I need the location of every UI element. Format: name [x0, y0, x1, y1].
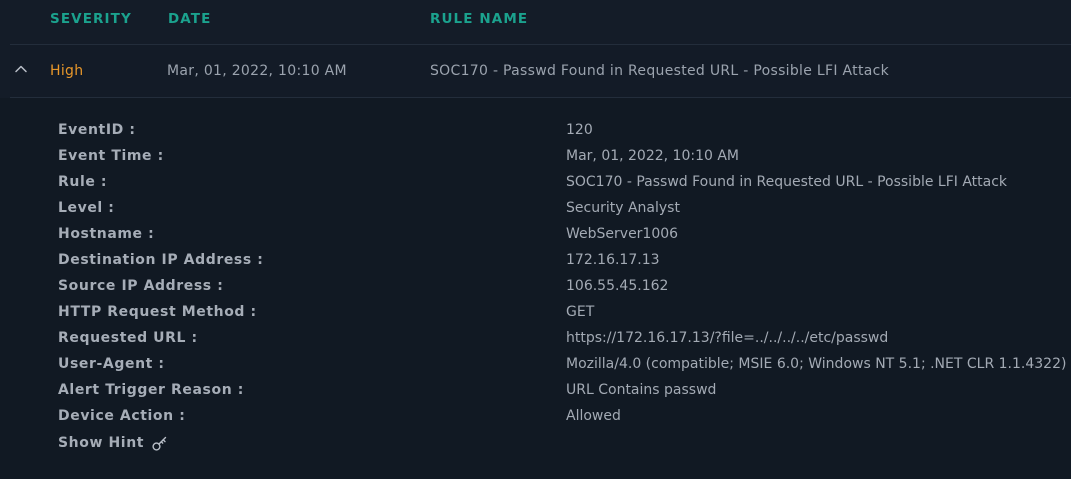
key-icon[interactable]: [151, 435, 168, 452]
detail-label: Event Time :: [58, 148, 164, 164]
header-date[interactable]: DATE: [168, 11, 211, 27]
detail-row-event-time: Event Time : Mar, 01, 2022, 10:10 AM: [0, 143, 1071, 169]
detail-label: Device Action :: [58, 408, 186, 424]
detail-row-rule: Rule : SOC170 - Passwd Found in Requeste…: [0, 169, 1071, 195]
detail-value: WebServer1006: [566, 226, 679, 242]
detail-row-hostname: Hostname : WebServer1006: [0, 221, 1071, 247]
header-severity[interactable]: SEVERITY: [50, 11, 132, 27]
table-header: SEVERITY DATE RULE NAME: [0, 0, 1071, 44]
chevron-up-icon[interactable]: [14, 61, 28, 75]
detail-value: Security Analyst: [566, 200, 680, 216]
detail-value: SOC170 - Passwd Found in Requested URL -…: [566, 174, 1008, 190]
table-row[interactable]: High Mar, 01, 2022, 10:10 AM SOC170 - Pa…: [10, 45, 1071, 97]
alert-details-panel: EventID : 120 Event Time : Mar, 01, 2022…: [0, 98, 1071, 479]
detail-label: User-Agent :: [58, 356, 165, 372]
detail-row-device-action: Device Action : Allowed: [0, 403, 1071, 429]
detail-row-source-ip: Source IP Address : 106.55.45.162: [0, 273, 1071, 299]
detail-value: Mozilla/4.0 (compatible; MSIE 6.0; Windo…: [566, 356, 1067, 372]
detail-label: Destination IP Address :: [58, 252, 264, 268]
detail-row-http-method: HTTP Request Method : GET: [0, 299, 1071, 325]
alert-page: SEVERITY DATE RULE NAME High Mar, 01, 20…: [0, 0, 1071, 479]
header-rule-name[interactable]: RULE NAME: [430, 11, 528, 27]
detail-label: HTTP Request Method :: [58, 304, 257, 320]
detail-value: 172.16.17.13: [566, 252, 660, 268]
detail-value: 106.55.45.162: [566, 278, 669, 294]
detail-value: URL Contains passwd: [566, 382, 717, 398]
detail-row-trigger-reason: Alert Trigger Reason : URL Contains pass…: [0, 377, 1071, 403]
detail-value: Allowed: [566, 408, 621, 424]
alert-date: Mar, 01, 2022, 10:10 AM: [167, 63, 347, 79]
detail-value: https://172.16.17.13/?file=../../../../e…: [566, 330, 889, 346]
detail-value: 120: [566, 122, 593, 138]
alert-rule-name: SOC170 - Passwd Found in Requested URL -…: [430, 63, 890, 79]
detail-row-destination-ip: Destination IP Address : 172.16.17.13: [0, 247, 1071, 273]
detail-label: Requested URL :: [58, 330, 198, 346]
detail-row-event-id: EventID : 120: [0, 117, 1071, 143]
show-hint-label: Show Hint: [58, 435, 145, 451]
detail-value: GET: [566, 304, 595, 320]
detail-row-user-agent: User-Agent : Mozilla/4.0 (compatible; MS…: [0, 351, 1071, 377]
detail-value: Mar, 01, 2022, 10:10 AM: [566, 148, 740, 164]
detail-row-requested-url: Requested URL : https://172.16.17.13/?fi…: [0, 325, 1071, 351]
detail-label: Level :: [58, 200, 115, 216]
detail-label: Alert Trigger Reason :: [58, 382, 244, 398]
severity-badge: High: [50, 63, 84, 79]
detail-row-level: Level : Security Analyst: [0, 195, 1071, 221]
detail-label: EventID :: [58, 122, 136, 138]
detail-label: Hostname :: [58, 226, 155, 242]
show-hint-button[interactable]: Show Hint: [58, 432, 168, 454]
detail-label: Rule :: [58, 174, 108, 190]
detail-label: Source IP Address :: [58, 278, 224, 294]
